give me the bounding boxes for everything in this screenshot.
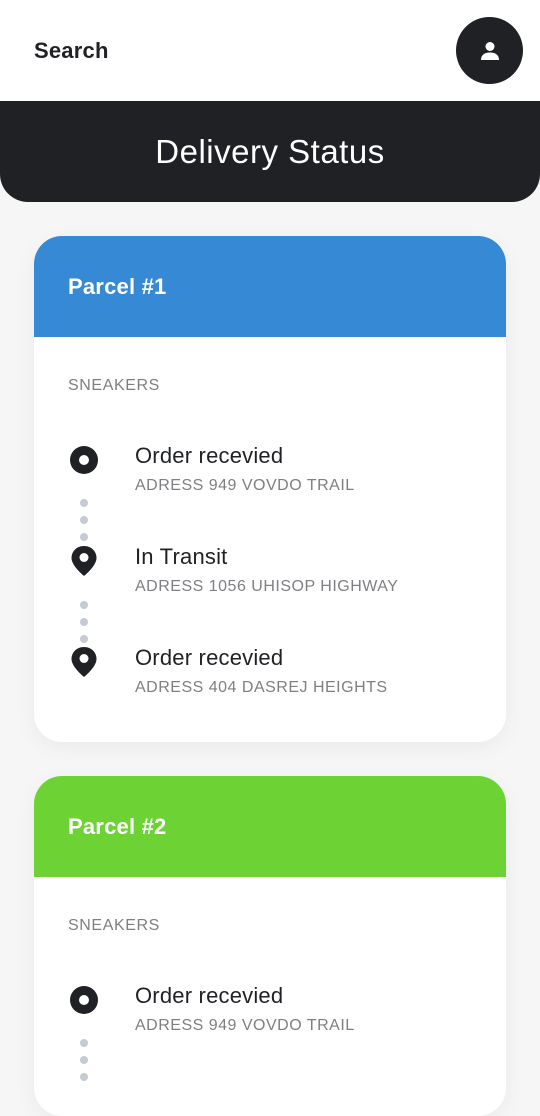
map-pin-icon bbox=[71, 546, 97, 576]
timeline-step: Order recevied ADRESS 404 DASREJ HEIGHTS bbox=[34, 645, 506, 705]
parcel-card-header: Parcel #1 bbox=[34, 236, 506, 337]
step-address: ADRESS 949 VOVDO TRAIL bbox=[135, 477, 355, 494]
parcel-card-body: SNEAKERS Order recevied ADRESS 949 VOVDO… bbox=[34, 877, 506, 1116]
step-status: Order recevied bbox=[135, 443, 284, 468]
parcel-card-header: Parcel #2 bbox=[34, 776, 506, 877]
step-status: Order recevied bbox=[135, 983, 284, 1008]
parcel-title: Parcel #2 bbox=[68, 813, 167, 839]
profile-button[interactable] bbox=[456, 17, 523, 84]
step-status: In Transit bbox=[135, 544, 228, 569]
map-pin-icon bbox=[71, 647, 97, 677]
timeline-connector bbox=[79, 499, 89, 549]
timeline-connector bbox=[79, 601, 89, 651]
timeline-step: Order recevied ADRESS 949 VOVDO TRAIL bbox=[34, 443, 506, 503]
timeline-step: In Transit ADRESS 1056 UHISOP HIGHWAY bbox=[34, 544, 506, 604]
step-address: ADRESS 1056 UHISOP HIGHWAY bbox=[135, 578, 399, 595]
parcel-card-2[interactable]: Parcel #2 SNEAKERS Order recevied ADRESS… bbox=[34, 776, 506, 1116]
delivery-status-header: Delivery Status bbox=[0, 101, 540, 202]
parcel-card-1[interactable]: Parcel #1 SNEAKERS Order recevied ADRESS… bbox=[34, 236, 506, 742]
search-button[interactable]: Search bbox=[34, 38, 109, 64]
step-address: ADRESS 404 DASREJ HEIGHTS bbox=[135, 679, 388, 696]
circle-dot-icon bbox=[70, 986, 98, 1014]
person-icon bbox=[480, 41, 499, 60]
step-status: Order recevied bbox=[135, 645, 284, 670]
parcel-title: Parcel #1 bbox=[68, 273, 167, 299]
parcel-category: SNEAKERS bbox=[68, 377, 160, 394]
parcel-card-body: SNEAKERS Order recevied ADRESS 949 VOVDO… bbox=[34, 337, 506, 742]
step-address: ADRESS 949 VOVDO TRAIL bbox=[135, 1017, 355, 1034]
parcel-category: SNEAKERS bbox=[68, 917, 160, 934]
timeline-step: Order recevied ADRESS 949 VOVDO TRAIL bbox=[34, 983, 506, 1043]
page-title: Delivery Status bbox=[155, 132, 385, 170]
top-bar: Search bbox=[0, 0, 540, 101]
circle-dot-icon bbox=[70, 446, 98, 474]
timeline-connector bbox=[79, 1039, 89, 1089]
